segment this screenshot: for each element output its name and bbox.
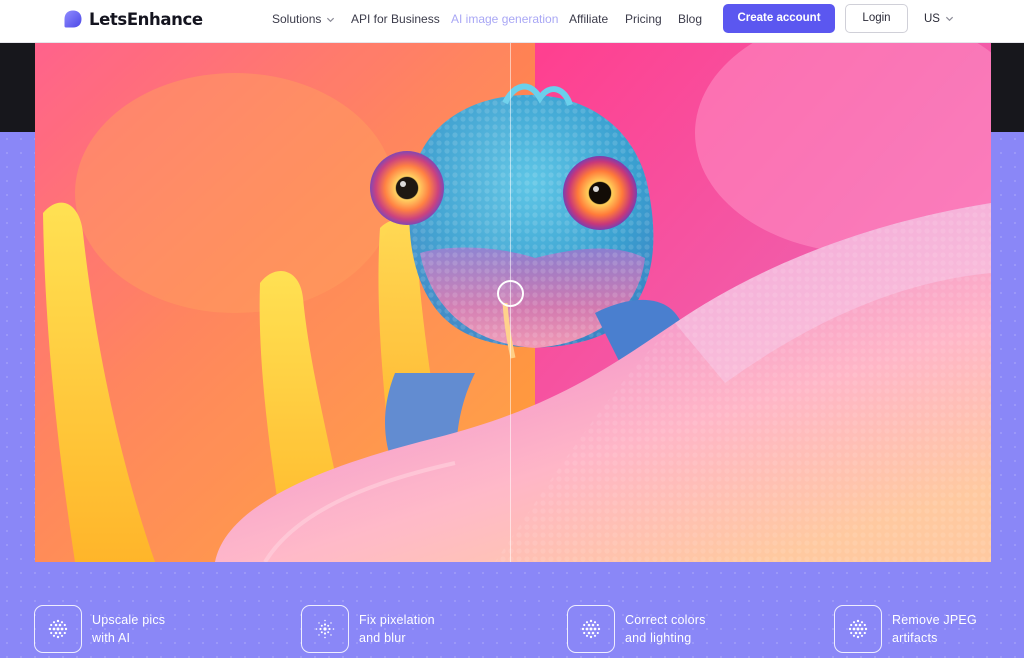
create-account-button[interactable]: Create account xyxy=(723,4,835,33)
feature-fix-pixelation[interactable]: Fix pixelation and blur xyxy=(301,604,435,654)
feature-remove-jpeg-artifacts[interactable]: Remove JPEG artifacts xyxy=(834,604,977,654)
feature-correct-colors-line2: and lighting xyxy=(625,631,692,645)
nav-pricing[interactable]: Pricing xyxy=(625,12,662,26)
nav-solutions-label: Solutions xyxy=(272,12,322,26)
nav-ai-image-generation[interactable]: AI image generation xyxy=(451,12,558,26)
comparison-handle-icon[interactable] xyxy=(497,280,524,307)
feature-upscale[interactable]: Upscale pics with AI xyxy=(34,604,165,654)
feature-upscale-line2: with AI xyxy=(92,631,131,645)
nav-solutions[interactable]: Solutions xyxy=(272,12,335,26)
before-after-comparison[interactable] xyxy=(35,43,991,562)
feature-remove-jpeg-line2: artifacts xyxy=(892,631,938,645)
dot-sphere-icon xyxy=(834,605,882,653)
dot-sphere-icon xyxy=(567,605,615,653)
language-label: US xyxy=(924,13,940,25)
logo-text: LetsEnhance xyxy=(89,9,203,29)
nav-api-for-business[interactable]: API for Business xyxy=(351,12,440,26)
dot-burst-icon xyxy=(301,605,349,653)
chevron-down-icon xyxy=(327,18,335,23)
chevron-down-icon xyxy=(945,17,954,22)
nav-affiliate[interactable]: Affiliate xyxy=(569,12,608,26)
feature-fix-pixelation-line2: and blur xyxy=(359,631,406,645)
feature-fix-pixelation-line1: Fix pixelation xyxy=(359,613,435,627)
logo-mark-icon xyxy=(64,10,82,28)
nav-blog[interactable]: Blog xyxy=(678,12,702,26)
feature-upscale-line1: Upscale pics xyxy=(92,613,166,627)
logo[interactable]: LetsEnhance xyxy=(63,8,203,30)
feature-correct-colors[interactable]: Correct colors and lighting xyxy=(567,604,706,654)
feature-remove-jpeg-line1: Remove JPEG xyxy=(892,613,977,627)
login-button[interactable]: Login xyxy=(845,4,908,33)
language-selector[interactable]: US xyxy=(924,13,954,25)
feature-correct-colors-line1: Correct colors xyxy=(625,613,706,627)
top-navigation: LetsEnhance Solutions API for Business A… xyxy=(0,0,1024,43)
dot-sphere-icon xyxy=(34,605,82,653)
